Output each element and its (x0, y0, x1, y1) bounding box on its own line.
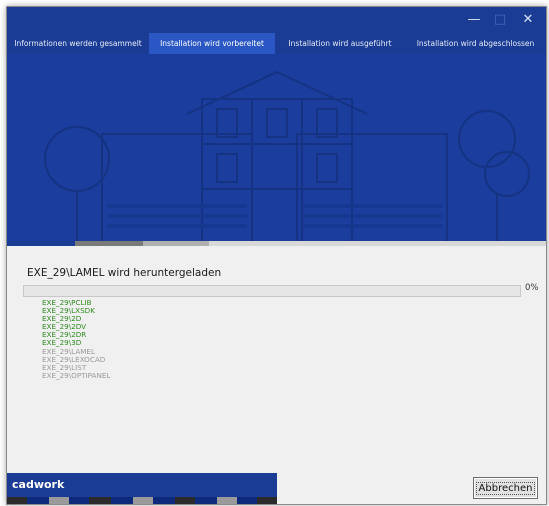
step-tabs: Informationen werden gesammelt Installat… (7, 33, 546, 54)
step-segment-current (75, 241, 143, 246)
cancel-button-label: Abbrechen (475, 482, 536, 495)
step-progress-strip (7, 241, 546, 246)
maximize-button[interactable]: □ (489, 11, 511, 29)
step-segment-completed (7, 241, 75, 246)
progress-percent: 0% (525, 283, 539, 293)
cancel-button[interactable]: Abbrechen (473, 477, 538, 499)
close-button[interactable]: ✕ (517, 11, 539, 29)
component-log: EXE_29\PCLIB EXE_29\LXSDK EXE_29\2D EXE_29\… (42, 298, 111, 380)
cadwork-logo: cadwork (12, 478, 65, 491)
house-banner-image (7, 54, 546, 244)
brand-stripes (7, 497, 277, 504)
tab-vorbereitet: Installation wird vorbereitet (149, 33, 275, 54)
minimize-button[interactable]: — (463, 11, 485, 29)
step-segment-next (143, 241, 209, 246)
log-item: EXE_29\OPTIPANEL (42, 370, 111, 380)
tab-abgeschlossen: Installation wird abgeschlossen (416, 39, 535, 48)
installer-window: — □ ✕ Informationen werden gesammelt Ins… (6, 6, 547, 505)
tab-informationen: Informationen werden gesammelt (14, 39, 142, 48)
brand-footer: cadwork (7, 473, 277, 504)
status-message: EXE_29\LAMEL wird heruntergeladen (27, 267, 222, 279)
house-illustration (7, 54, 546, 244)
title-bar: — □ ✕ (7, 7, 546, 33)
download-progress-bar (23, 285, 521, 297)
tab-ausgefuehrt: Installation wird ausgeführt (288, 39, 392, 48)
